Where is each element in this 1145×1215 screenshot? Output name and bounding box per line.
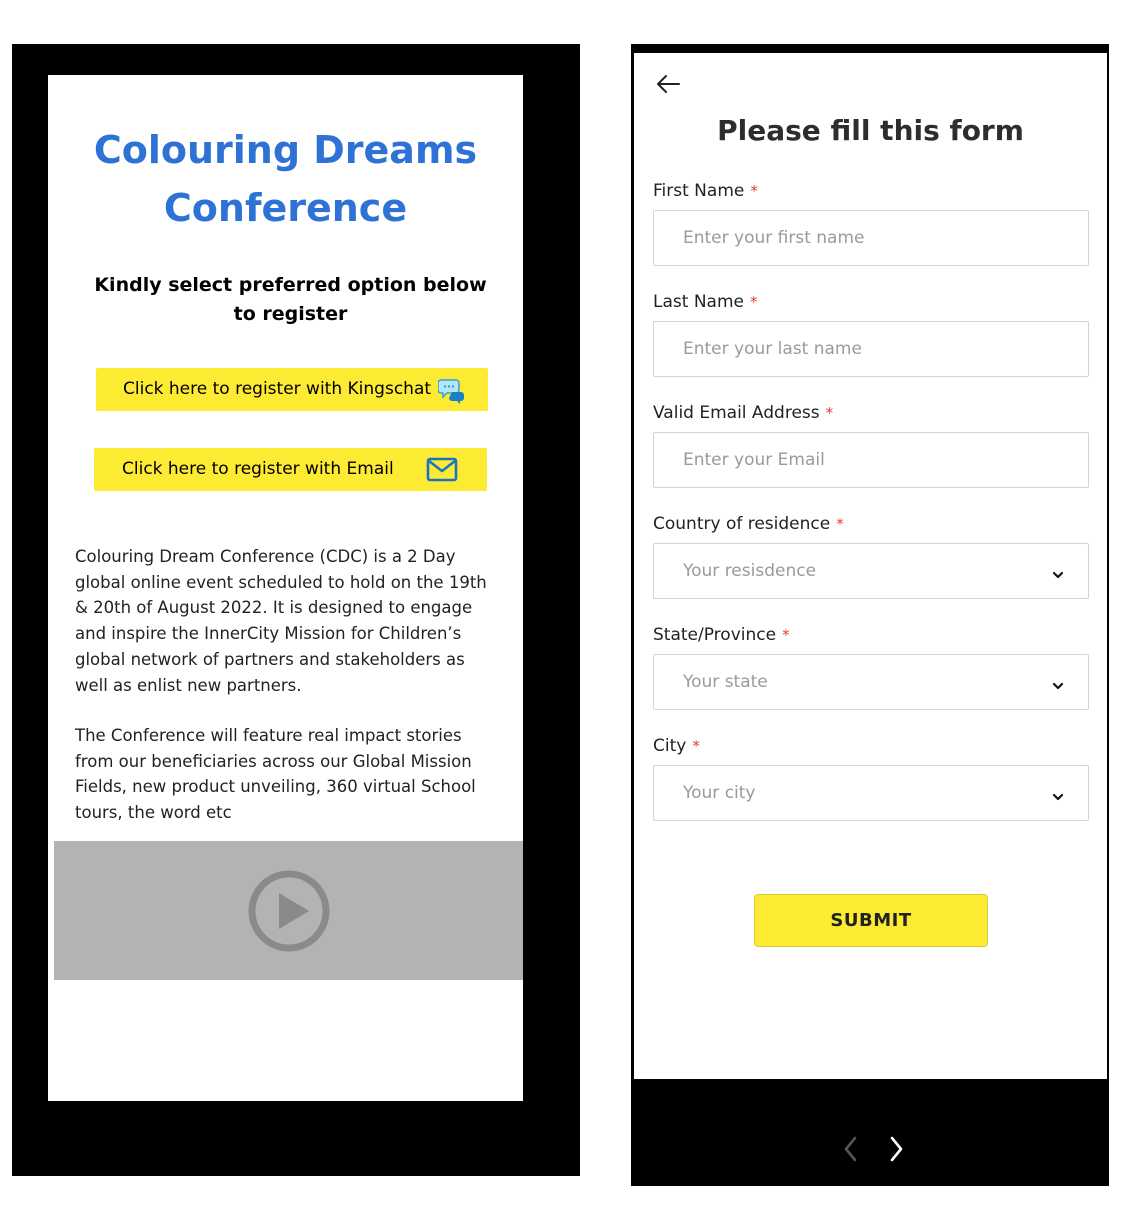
city-label-text: City (653, 736, 687, 756)
city-label: City * (653, 735, 700, 757)
chevron-down-icon (1051, 787, 1065, 806)
last-name-input[interactable] (654, 322, 1088, 376)
next-page-button[interactable] (886, 1134, 906, 1164)
email-field[interactable] (653, 432, 1089, 488)
state-label-text: State/Province (653, 625, 777, 645)
first-name-input[interactable] (654, 211, 1088, 265)
state-label: State/Province * (653, 624, 790, 646)
submit-button[interactable]: SUBMIT (754, 894, 988, 947)
required-marker: * (692, 737, 700, 755)
required-marker: * (782, 626, 790, 644)
email-label: Valid Email Address * (653, 402, 833, 424)
right-phone-frame: Please fill this form First Name * Last N… (631, 44, 1109, 1186)
email-input[interactable] (654, 433, 1088, 487)
register-kingschat-label: Click here to register with Kingschat (123, 379, 432, 399)
country-label: Country of residence * (653, 513, 844, 535)
required-marker: * (836, 515, 844, 533)
conference-title: Colouring Dreams Conference (48, 121, 523, 237)
register-kingschat-button[interactable]: Click here to register with Kingschat (96, 368, 488, 411)
state-select-placeholder: Your state (683, 672, 768, 692)
conference-description: Colouring Dream Conference (CDC) is a 2 … (75, 547, 487, 695)
required-marker: * (749, 293, 758, 311)
last-name-label: Last Name * (653, 291, 757, 313)
country-label-text: Country of residence (653, 514, 831, 534)
back-button[interactable] (654, 71, 684, 97)
email-label-text: Valid Email Address (653, 403, 820, 423)
mail-icon (426, 457, 458, 487)
city-select[interactable]: Your city (653, 765, 1089, 821)
register-email-label: Click here to register with Email (122, 459, 394, 479)
first-name-label: First Name * (653, 180, 758, 202)
play-icon[interactable] (247, 869, 331, 957)
country-select-placeholder: Your resisdence (683, 561, 817, 581)
chevron-down-icon (1051, 676, 1065, 695)
video-player[interactable] (54, 841, 523, 980)
registration-form-screen: Please fill this form First Name * Last N… (634, 53, 1107, 1079)
chevron-left-icon (841, 1136, 861, 1168)
register-instruction: Kindly select preferred option below to … (94, 274, 487, 325)
last-name-label-text: Last Name (653, 292, 744, 312)
chevron-down-icon (1051, 565, 1065, 584)
prev-page-button[interactable] (841, 1134, 861, 1164)
landing-screen: Colouring Dreams Conference Kindly selec… (48, 75, 523, 1101)
required-marker: * (750, 182, 758, 200)
first-name-label-text: First Name (653, 181, 745, 201)
last-name-field[interactable] (653, 321, 1089, 377)
kingschat-icon (437, 376, 466, 408)
left-phone-frame: Colouring Dreams Conference Kindly selec… (12, 44, 580, 1176)
state-select[interactable]: Your state (653, 654, 1089, 710)
conference-title-line-2: Conference (163, 186, 408, 230)
conference-features: The Conference will feature real impact … (75, 726, 476, 823)
form-title: Please fill this form (717, 114, 1024, 147)
conference-title-line-1: Colouring Dreams (93, 128, 478, 172)
register-email-button[interactable]: Click here to register with Email (94, 448, 487, 491)
first-name-field[interactable] (653, 210, 1089, 266)
chevron-right-icon (886, 1136, 906, 1168)
arrow-left-icon (654, 75, 684, 101)
country-select[interactable]: Your resisdence (653, 543, 1089, 599)
required-marker: * (825, 404, 834, 422)
city-select-placeholder: Your city (683, 783, 756, 803)
